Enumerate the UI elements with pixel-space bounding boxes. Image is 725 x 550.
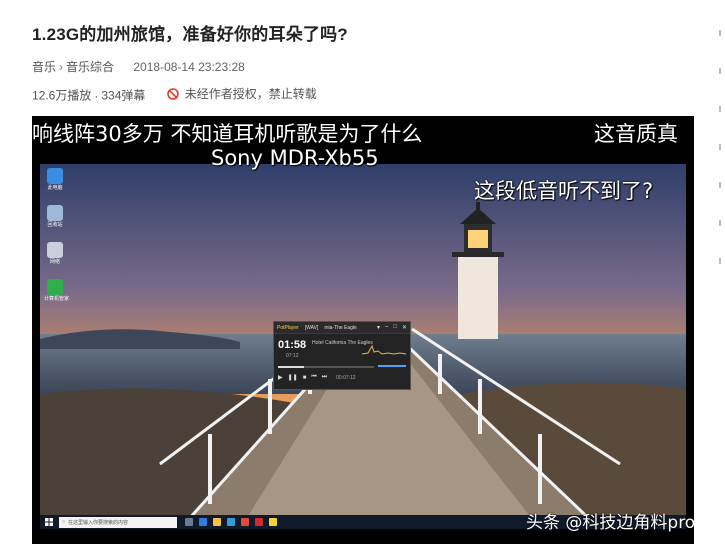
desktop-icon-manager[interactable]: 计算机管家: [44, 279, 69, 302]
task-view-icon[interactable]: [185, 518, 193, 526]
next-icon[interactable]: ⏭: [322, 374, 327, 381]
chevron-right-icon: ›: [59, 60, 64, 74]
stop-icon[interactable]: ■: [303, 375, 307, 381]
folder-icon[interactable]: [213, 518, 221, 526]
desktop-icons: 此电脑 回收站 网络 计算机管家: [44, 168, 69, 316]
danmaku-count: 334弹幕: [101, 88, 146, 103]
caption-device: Sony MDR-Xb55: [211, 146, 379, 170]
stats-row: 12.6万播放 · 334弹幕 未经作者授权，禁止转载: [32, 85, 317, 104]
publish-time: 2018-08-14 23:23:28: [133, 60, 245, 74]
chrome-icon[interactable]: [241, 518, 249, 526]
file-name: mia-The Eagle: [324, 324, 357, 331]
edge-icon[interactable]: [199, 518, 207, 526]
app-name: PotPlayer: [277, 324, 299, 331]
prev-icon[interactable]: ⏮: [311, 374, 316, 381]
maximize-icon[interactable]: □: [393, 324, 397, 331]
taskbar-search[interactable]: ○ 在这里输入你要搜索的内容: [59, 516, 177, 528]
desktop-icon-network[interactable]: 网络: [44, 242, 66, 265]
caption-top-left: 响线阵30多万 不知道耳机听歌是为了什么: [32, 122, 423, 146]
store-icon[interactable]: [227, 518, 235, 526]
potplayer-icon[interactable]: [269, 518, 277, 526]
caption-bass: 这段低音听不到了?: [474, 179, 654, 203]
windows-start-icon[interactable]: [43, 516, 55, 528]
pause-icon[interactable]: ❚❚: [288, 374, 298, 381]
watermark: 头条 @科技边角料pro: [526, 513, 694, 533]
article-title: 1.23G的加州旅馆，准备好你的耳朵了吗?: [32, 25, 348, 44]
play-count: 12.6万播放: [32, 88, 92, 103]
sub-time: 07:12: [286, 353, 299, 359]
desktop-icon-recycle[interactable]: 回收站: [44, 205, 66, 228]
stat-separator: ·: [94, 88, 99, 103]
close-icon[interactable]: ✕: [402, 324, 407, 331]
right-edge-cropped: [719, 30, 725, 550]
spectrum-visualizer: [362, 344, 406, 355]
desktop-screen: 此电脑 回收站 网络 计算机管家 PotPlayer [WAV] mia-The…: [40, 164, 686, 529]
volume-bar[interactable]: [378, 365, 406, 367]
search-icon: ○: [62, 519, 66, 525]
record-icon[interactable]: [255, 518, 263, 526]
prohibited-icon: [166, 87, 179, 100]
potplayer-window[interactable]: PotPlayer [WAV] mia-The Eagle ▾ – □ ✕ 01:58…: [273, 321, 411, 390]
duration: 00:07:12: [336, 374, 356, 381]
current-time: 01:58: [278, 339, 307, 351]
copyright-notice: 未经作者授权，禁止转载: [166, 85, 317, 102]
article-meta: 音乐 › 音乐综合 2018-08-14 23:23:28: [32, 58, 245, 75]
file-format: [WAV]: [304, 324, 319, 331]
seek-bar[interactable]: [278, 366, 374, 368]
minimize-icon[interactable]: –: [385, 324, 388, 331]
video-player[interactable]: 此电脑 回收站 网络 计算机管家 PotPlayer [WAV] mia-The…: [32, 116, 694, 544]
potplayer-titlebar[interactable]: PotPlayer [WAV] mia-The Eagle ▾ – □ ✕: [274, 322, 410, 334]
desktop-icon-computer[interactable]: 此电脑: [44, 168, 66, 191]
copyright-text: 未经作者授权，禁止转载: [184, 87, 317, 101]
caption-top-right: 这音质真: [594, 122, 678, 146]
search-placeholder: 在这里输入你要搜索的内容: [68, 519, 129, 526]
category-link[interactable]: 音乐: [32, 60, 56, 74]
pin-icon[interactable]: ▾: [377, 324, 380, 331]
taskbar-apps: [185, 518, 277, 526]
play-icon[interactable]: ▶: [278, 374, 283, 381]
subcategory-link[interactable]: 音乐综合: [66, 60, 114, 74]
